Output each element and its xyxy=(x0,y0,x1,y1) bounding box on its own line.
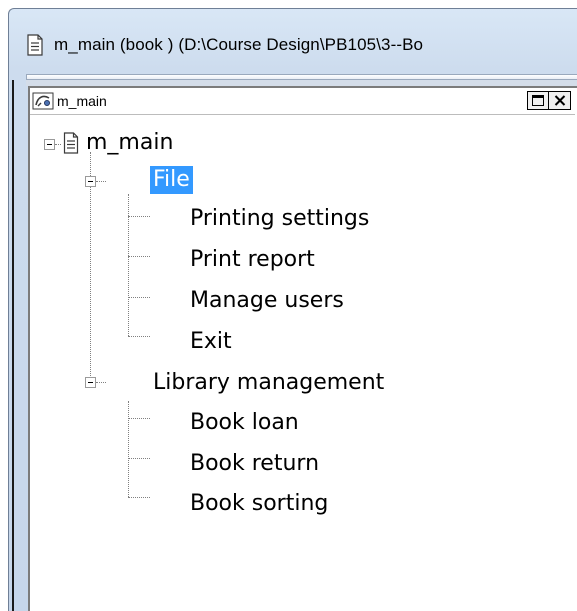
tree-item-print-report[interactable]: Print report xyxy=(190,246,315,274)
tree-connector xyxy=(128,336,150,337)
tree-item-book-sorting[interactable]: Book sorting xyxy=(190,490,328,518)
tree-connector xyxy=(128,256,150,257)
menu-tree-pane: m_main m_main File Printing settings Pri… xyxy=(28,86,577,611)
document-icon xyxy=(63,132,79,154)
tree-connector xyxy=(128,418,150,419)
menu-tree: m_main File Printing settings Print repo… xyxy=(30,88,577,611)
tree-connector xyxy=(128,458,150,459)
tree-item-manage-users[interactable]: Manage users xyxy=(190,287,344,315)
file-collapse-toggle[interactable] xyxy=(85,176,96,187)
tree-item-exit[interactable]: Exit xyxy=(190,328,232,356)
library-collapse-toggle[interactable] xyxy=(85,377,96,388)
tree-connector xyxy=(128,497,150,498)
tree-root-node[interactable]: m_main xyxy=(86,129,173,157)
tree-item-printing-settings[interactable]: Printing settings xyxy=(190,205,369,233)
window-left-edge xyxy=(12,80,14,611)
tree-connector xyxy=(128,297,150,298)
tree-connector xyxy=(96,382,106,383)
document-icon xyxy=(27,34,43,56)
tree-node-library-management[interactable]: Library management xyxy=(153,369,384,397)
tree-connector xyxy=(128,401,129,497)
tree-connector xyxy=(96,181,106,182)
tree-item-book-loan[interactable]: Book loan xyxy=(190,409,299,437)
root-collapse-toggle[interactable] xyxy=(44,139,55,150)
tree-node-file[interactable]: File xyxy=(150,166,193,194)
tree-connector xyxy=(55,144,61,145)
tree-connector xyxy=(128,216,150,217)
tree-item-book-return[interactable]: Book return xyxy=(190,450,319,478)
screen: m_main (book ) (D:\Course Design\PB105\3… xyxy=(0,0,577,611)
window-title-bar[interactable]: m_main (book ) (D:\Course Design\PB105\3… xyxy=(26,28,423,62)
window-title: m_main (book ) (D:\Course Design\PB105\3… xyxy=(54,35,424,54)
